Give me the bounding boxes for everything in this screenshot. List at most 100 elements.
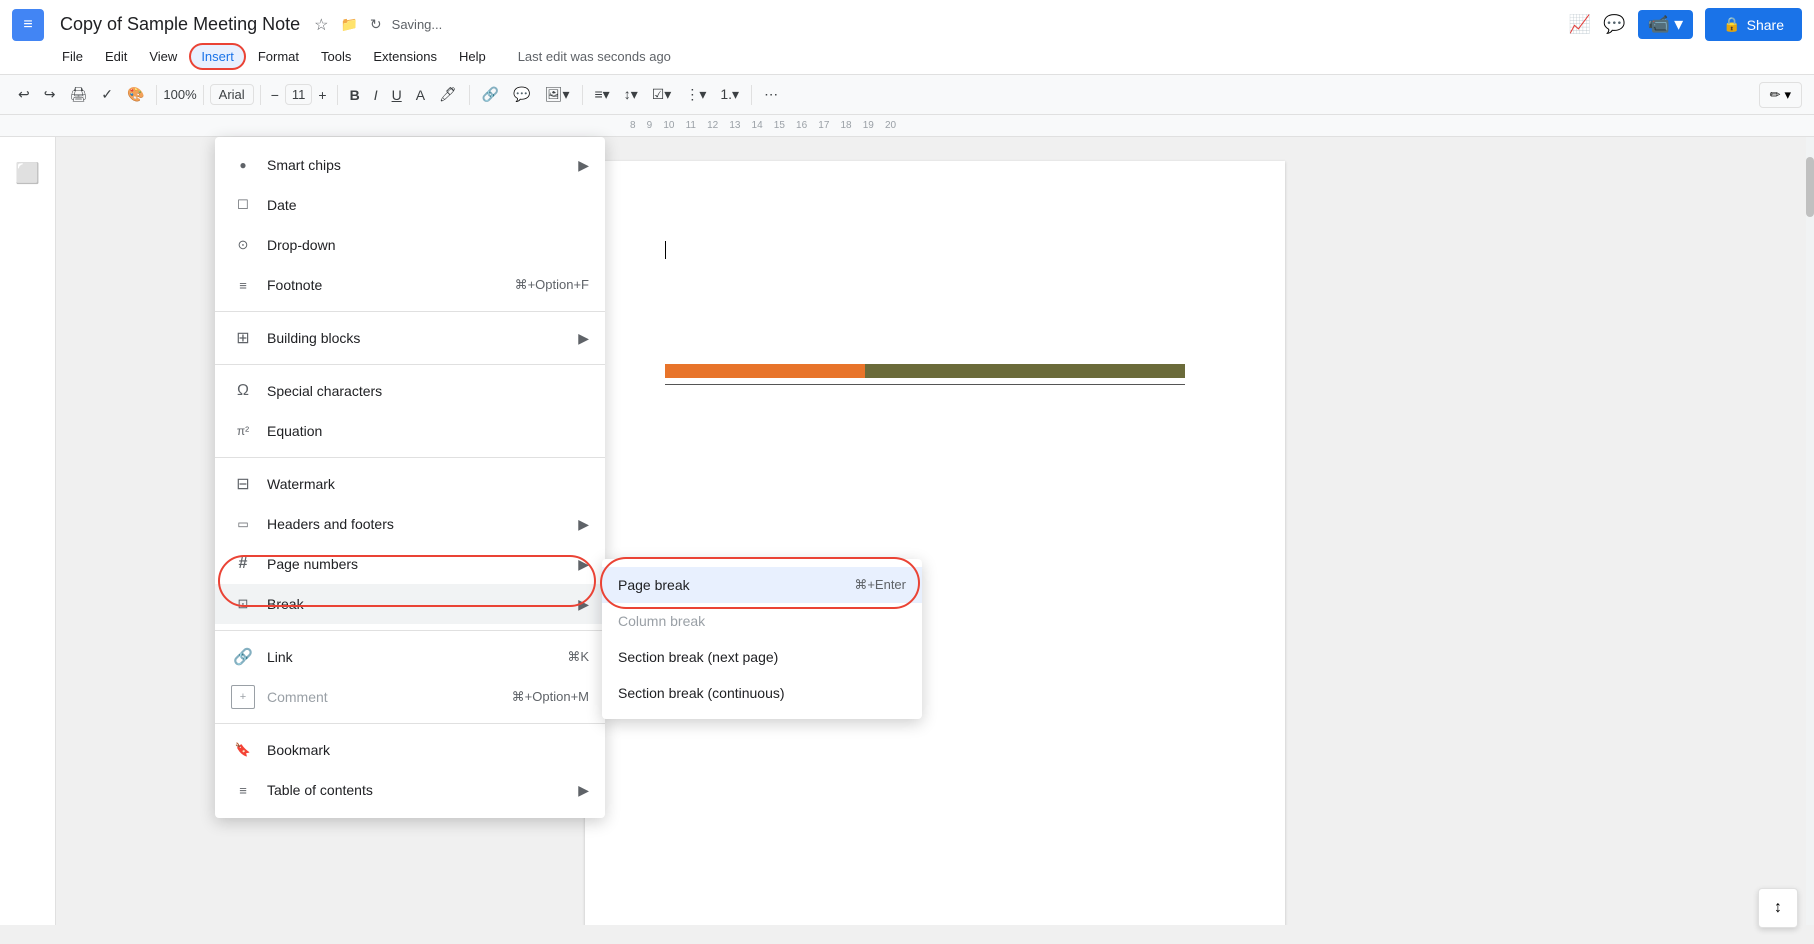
underline-button[interactable]: U: [386, 83, 408, 107]
menu-item-date[interactable]: ☐ Date: [215, 185, 605, 225]
comment-toolbar-button[interactable]: 💬: [507, 82, 536, 107]
menu-view[interactable]: View: [139, 45, 187, 68]
font-size-decrease[interactable]: −: [267, 85, 283, 105]
font-size-increase[interactable]: +: [314, 85, 330, 105]
pencil-icon: ✏: [1770, 87, 1781, 103]
menu-item-equation[interactable]: π² Equation: [215, 411, 605, 451]
menu-item-page-numbers[interactable]: # Page numbers ▶: [215, 544, 605, 584]
insert-dropdown-menu: ● Smart chips ▶ ☐ Date ⊙ Drop-down ≡ Foo…: [215, 137, 605, 818]
meet-camera-icon: 📹: [1648, 14, 1670, 35]
watermark-icon: ⊟: [231, 472, 255, 496]
divider-2: [215, 364, 605, 365]
document-title[interactable]: Copy of Sample Meeting Note: [60, 14, 300, 35]
menu-item-footnote[interactable]: ≡ Footnote ⌘+Option+F: [215, 265, 605, 305]
smart-chips-icon: ●: [231, 153, 255, 177]
menu-format[interactable]: Format: [248, 45, 309, 68]
menu-file[interactable]: File: [52, 45, 93, 68]
print-button[interactable]: 🖨: [63, 82, 93, 107]
undo-button[interactable]: ↩: [12, 82, 36, 107]
divider-3: [215, 457, 605, 458]
numbering-button[interactable]: 1.▾: [714, 82, 745, 107]
date-icon: ☐: [231, 193, 255, 217]
break-submenu: Page break ⌘+Enter Column break Section …: [602, 559, 922, 719]
menu-tools[interactable]: Tools: [311, 45, 361, 68]
zoom-label: 100%: [163, 87, 196, 102]
scroll-to-cursor-button[interactable]: ↕: [1758, 888, 1798, 928]
text-cursor: [665, 241, 666, 259]
progress-bar-olive: [865, 364, 1185, 378]
redo-button[interactable]: ↪: [38, 82, 62, 107]
comment-menu-icon: +: [231, 685, 255, 709]
bullets-button[interactable]: ⋮▾: [679, 82, 712, 107]
paint-format-button[interactable]: 🎨: [121, 82, 150, 107]
headers-icon: ▭: [231, 512, 255, 536]
analytics-icon[interactable]: 📈: [1569, 14, 1591, 35]
checklist-button[interactable]: ☑▾: [646, 82, 678, 107]
scrollbar-thumb[interactable]: [1806, 157, 1814, 217]
progress-line: [665, 384, 1185, 385]
progress-bar-orange: [665, 364, 865, 378]
link-icon: 🔗: [231, 645, 255, 669]
scrollbar-track[interactable]: [1806, 137, 1814, 925]
more-toolbar-button[interactable]: ⋯: [758, 82, 784, 107]
menu-item-comment: + Comment ⌘+Option+M: [215, 677, 605, 717]
menu-item-special-characters[interactable]: Ω Special characters: [215, 371, 605, 411]
link-toolbar-button[interactable]: 🔗: [476, 82, 505, 107]
comment-icon[interactable]: 💬: [1603, 14, 1625, 35]
footnote-shortcut: ⌘+Option+F: [515, 277, 589, 293]
menu-item-smart-chips[interactable]: ● Smart chips ▶: [215, 145, 605, 185]
share-button[interactable]: 🔒 Share: [1705, 8, 1802, 41]
image-button[interactable]: 🖼▾: [539, 82, 576, 107]
italic-button[interactable]: I: [368, 83, 384, 107]
highlight-button[interactable]: 🖊: [433, 82, 463, 107]
bold-button[interactable]: B: [344, 83, 366, 107]
menu-extensions[interactable]: Extensions: [363, 45, 447, 68]
page-break-shortcut: ⌘+Enter: [854, 577, 906, 593]
building-blocks-icon: ⊞: [231, 326, 255, 350]
menu-item-break[interactable]: ⊡ Break ▶: [215, 584, 605, 624]
dropdown-icon: ⊙: [231, 233, 255, 257]
special-chars-icon: Ω: [231, 379, 255, 403]
star-icon[interactable]: ☆: [314, 15, 328, 35]
menu-insert[interactable]: Insert: [189, 43, 246, 70]
break-arrow: ▶: [578, 596, 589, 613]
arrow-right-icon: ▶: [578, 157, 589, 174]
document-page: [585, 161, 1285, 925]
editing-mode-button[interactable]: ✏▾: [1759, 82, 1802, 108]
saving-icon: ↻: [370, 16, 382, 33]
headers-arrow: ▶: [578, 516, 589, 533]
menu-item-building-blocks[interactable]: ⊞ Building blocks ▶: [215, 318, 605, 358]
font-name[interactable]: Arial: [210, 84, 254, 105]
menu-item-dropdown[interactable]: ⊙ Drop-down: [215, 225, 605, 265]
break-icon: ⊡: [231, 592, 255, 616]
text-color-button[interactable]: A: [410, 83, 431, 107]
submenu-item-section-break-next[interactable]: Section break (next page): [602, 639, 922, 675]
building-blocks-arrow: ▶: [578, 330, 589, 347]
bookmark-icon: 🔖: [231, 738, 255, 762]
align-button[interactable]: ≡▾: [589, 82, 616, 107]
last-edit-status: Last edit was seconds ago: [518, 49, 671, 64]
menu-item-link[interactable]: 🔗 Link ⌘K: [215, 637, 605, 677]
sidebar-thumbnail-icon[interactable]: ⬜: [15, 161, 40, 186]
divider-5: [215, 723, 605, 724]
divider-4: [215, 630, 605, 631]
menu-item-watermark[interactable]: ⊟ Watermark: [215, 464, 605, 504]
meet-icon[interactable]: 📹▾: [1638, 10, 1693, 39]
docs-logo: ≡: [23, 16, 32, 34]
font-size-value[interactable]: 11: [285, 84, 313, 105]
toc-arrow: ▶: [578, 782, 589, 799]
submenu-item-page-break[interactable]: Page break ⌘+Enter: [602, 567, 922, 603]
page-numbers-icon: #: [231, 552, 255, 576]
menu-edit[interactable]: Edit: [95, 45, 137, 68]
spellcheck-button[interactable]: ✓: [95, 82, 119, 107]
folder-icon[interactable]: 📁: [340, 16, 357, 33]
submenu-item-section-break-continuous[interactable]: Section break (continuous): [602, 675, 922, 711]
menu-help[interactable]: Help: [449, 45, 496, 68]
menu-item-headers-footers[interactable]: ▭ Headers and footers ▶: [215, 504, 605, 544]
submenu-item-column-break: Column break: [602, 603, 922, 639]
menu-item-bookmark[interactable]: 🔖 Bookmark: [215, 730, 605, 770]
page-numbers-arrow: ▶: [578, 556, 589, 573]
docs-app-icon[interactable]: ≡: [12, 9, 44, 41]
line-spacing-button[interactable]: ↕▾: [618, 82, 644, 107]
menu-item-table-of-contents[interactable]: ≡ Table of contents ▶: [215, 770, 605, 810]
